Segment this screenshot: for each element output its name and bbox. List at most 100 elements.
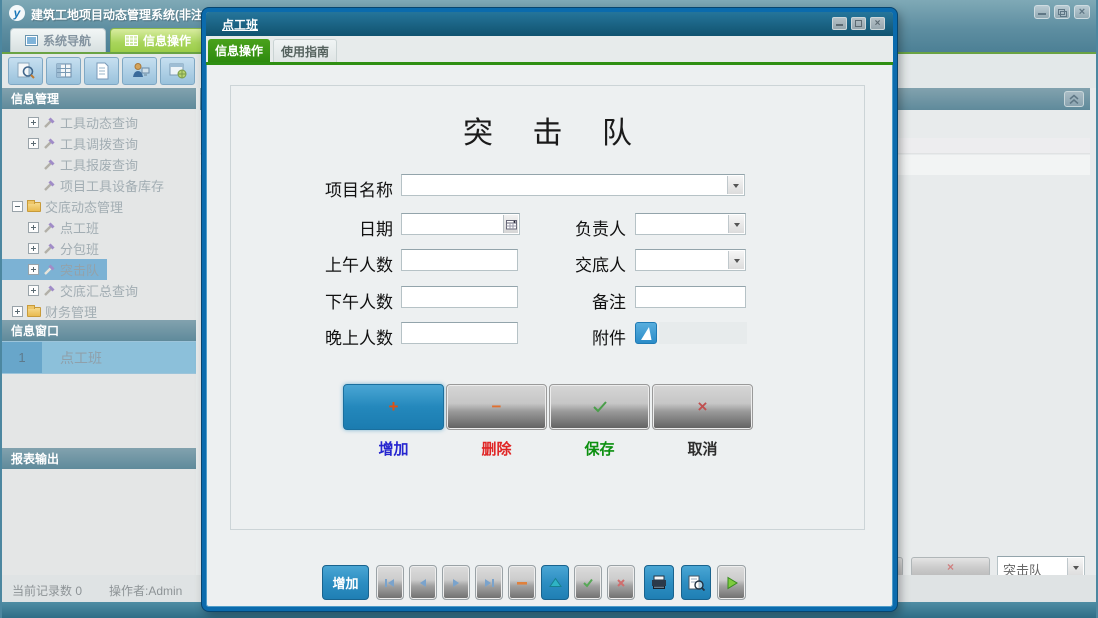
tab-info-operation[interactable]: 信息操作 xyxy=(110,28,206,52)
dropdown-arrow-icon[interactable] xyxy=(728,215,744,233)
form-panel: 突 击 队 项目名称 日期 负责人 上午人 xyxy=(230,85,865,530)
discloser-select[interactable] xyxy=(635,249,746,271)
window-controls: × xyxy=(1034,5,1090,19)
run-button[interactable] xyxy=(717,565,746,600)
sidebar-item-disclosure-summary-query[interactable]: 交底汇总查询 xyxy=(2,280,146,301)
close-icon: × xyxy=(1075,6,1089,18)
user-workstation-icon xyxy=(130,62,150,80)
dialog-dian-gong-ban: 点工班 × 信息操作 使用指南 突 击 队 项目名称 日期 xyxy=(202,8,897,611)
expand-icon[interactable] xyxy=(28,264,39,275)
sidebar-folder-finance-manage[interactable]: 财务管理 xyxy=(2,301,105,320)
operator-status: 操作者:Admin xyxy=(109,582,182,599)
print-button[interactable] xyxy=(644,565,674,600)
expand-icon[interactable] xyxy=(12,306,23,317)
manager-select[interactable] xyxy=(635,213,746,235)
dialog-titlebar[interactable]: 点工班 xyxy=(206,12,893,36)
confirm-button[interactable] xyxy=(574,565,602,600)
attachment-label: 附件 xyxy=(471,324,626,349)
dialog-close-button[interactable]: × xyxy=(870,17,885,30)
preview-icon xyxy=(687,575,705,591)
report-output-list xyxy=(2,469,196,575)
attachment-button[interactable] xyxy=(635,322,657,344)
sidebar-item-assault-team[interactable]: 突击队 xyxy=(2,259,107,280)
minimize-icon xyxy=(836,24,843,26)
expand-icon[interactable] xyxy=(28,222,39,233)
sidebar-item-tool-transfer-query[interactable]: 工具调拨查询 xyxy=(2,133,146,154)
sidebar-header-report-output: 报表输出 xyxy=(2,448,196,469)
next-icon xyxy=(450,577,462,589)
tree-label: 点工班 xyxy=(60,218,99,237)
dialog-maximize-button[interactable] xyxy=(851,17,866,30)
close-button[interactable]: × xyxy=(1074,5,1090,19)
sidebar-item-hourly-crew[interactable]: 点工班 xyxy=(2,217,107,238)
minus-icon xyxy=(516,577,528,589)
document-button[interactable] xyxy=(84,57,119,85)
search-button[interactable] xyxy=(8,57,43,85)
user-session-button[interactable] xyxy=(122,57,157,85)
remark-input[interactable] xyxy=(636,287,745,307)
project-name-input[interactable] xyxy=(402,175,744,195)
add-button[interactable]: + xyxy=(343,384,444,430)
expand-icon[interactable] xyxy=(28,285,39,296)
preview-button[interactable] xyxy=(681,565,711,600)
folder-icon xyxy=(27,202,41,212)
collapse-icon[interactable] xyxy=(12,201,23,212)
background-cancel-button[interactable]: × xyxy=(911,557,990,577)
tab-label: 信息操作 xyxy=(143,32,191,49)
dropdown-arrow-icon[interactable] xyxy=(1067,558,1083,576)
save-button[interactable] xyxy=(549,384,650,430)
table-view-button[interactable] xyxy=(46,57,81,85)
dropdown-arrow-icon[interactable] xyxy=(727,176,743,194)
cancel-button[interactable]: × xyxy=(652,384,753,430)
minimize-button[interactable] xyxy=(1034,5,1050,19)
edit-record-button[interactable] xyxy=(541,565,569,600)
tree-label: 突击队 xyxy=(60,260,99,279)
expand-icon[interactable] xyxy=(28,138,39,149)
remark-label: 备注 xyxy=(471,288,626,313)
list-item-label: 点工班 xyxy=(42,342,102,373)
restore-button[interactable] xyxy=(1054,5,1070,19)
sidebar-item-tool-dynamic-query[interactable]: 工具动态查询 xyxy=(2,112,146,133)
tree-label: 分包班 xyxy=(60,239,99,258)
window-globe-button[interactable] xyxy=(160,57,195,85)
dialog-tab-user-guide[interactable]: 使用指南 xyxy=(273,39,337,62)
delete-button[interactable]: − xyxy=(446,384,547,430)
remove-record-button[interactable] xyxy=(508,565,536,600)
next-record-button[interactable] xyxy=(442,565,470,600)
expand-icon[interactable] xyxy=(28,117,39,128)
triangle-up-icon xyxy=(549,577,562,588)
evening-count-label: 晚上人数 xyxy=(231,324,393,349)
footer-add-button[interactable]: 增加 xyxy=(322,565,369,600)
previous-record-button[interactable] xyxy=(409,565,437,600)
tab-system-nav[interactable]: 系统导航 xyxy=(10,28,106,52)
maximize-icon xyxy=(855,20,862,27)
tree-label: 交底汇总查询 xyxy=(60,281,138,300)
add-button-label: 增加 xyxy=(343,438,444,459)
grid-icon xyxy=(125,35,138,46)
afternoon-count-label: 下午人数 xyxy=(231,288,393,313)
square-icon xyxy=(25,35,38,46)
app-logo-icon: y xyxy=(9,5,25,21)
first-record-button[interactable] xyxy=(376,565,404,600)
remark-field[interactable] xyxy=(635,286,746,308)
dialog-tab-info-operation[interactable]: 信息操作 xyxy=(208,39,270,62)
collapse-panel-button[interactable] xyxy=(1064,91,1084,107)
list-item-dian-gong-ban[interactable]: 1 点工班 xyxy=(2,341,196,374)
dropdown-arrow-icon[interactable] xyxy=(728,251,744,269)
chevron-up-icon xyxy=(1067,93,1081,106)
tool-icon xyxy=(43,137,56,150)
manager-label: 负责人 xyxy=(471,215,626,240)
cancel-edit-button[interactable] xyxy=(607,565,635,600)
tool-icon xyxy=(43,221,56,234)
document-icon xyxy=(92,62,112,80)
sidebar-item-subcontract-crew[interactable]: 分包班 xyxy=(2,238,107,259)
expand-icon[interactable] xyxy=(28,243,39,254)
tree-label: 财务管理 xyxy=(45,302,97,320)
project-name-select[interactable] xyxy=(401,174,745,196)
dialog-minimize-button[interactable] xyxy=(832,17,847,30)
sidebar-folder-disclosure-manage[interactable]: 交底动态管理 xyxy=(2,196,131,217)
sidebar-item-tool-scrap-query[interactable]: 工具报废查询 xyxy=(2,154,146,175)
sidebar-item-project-tool-inventory[interactable]: 项目工具设备库存 xyxy=(2,175,172,196)
tool-icon xyxy=(43,242,56,255)
last-record-button[interactable] xyxy=(475,565,503,600)
